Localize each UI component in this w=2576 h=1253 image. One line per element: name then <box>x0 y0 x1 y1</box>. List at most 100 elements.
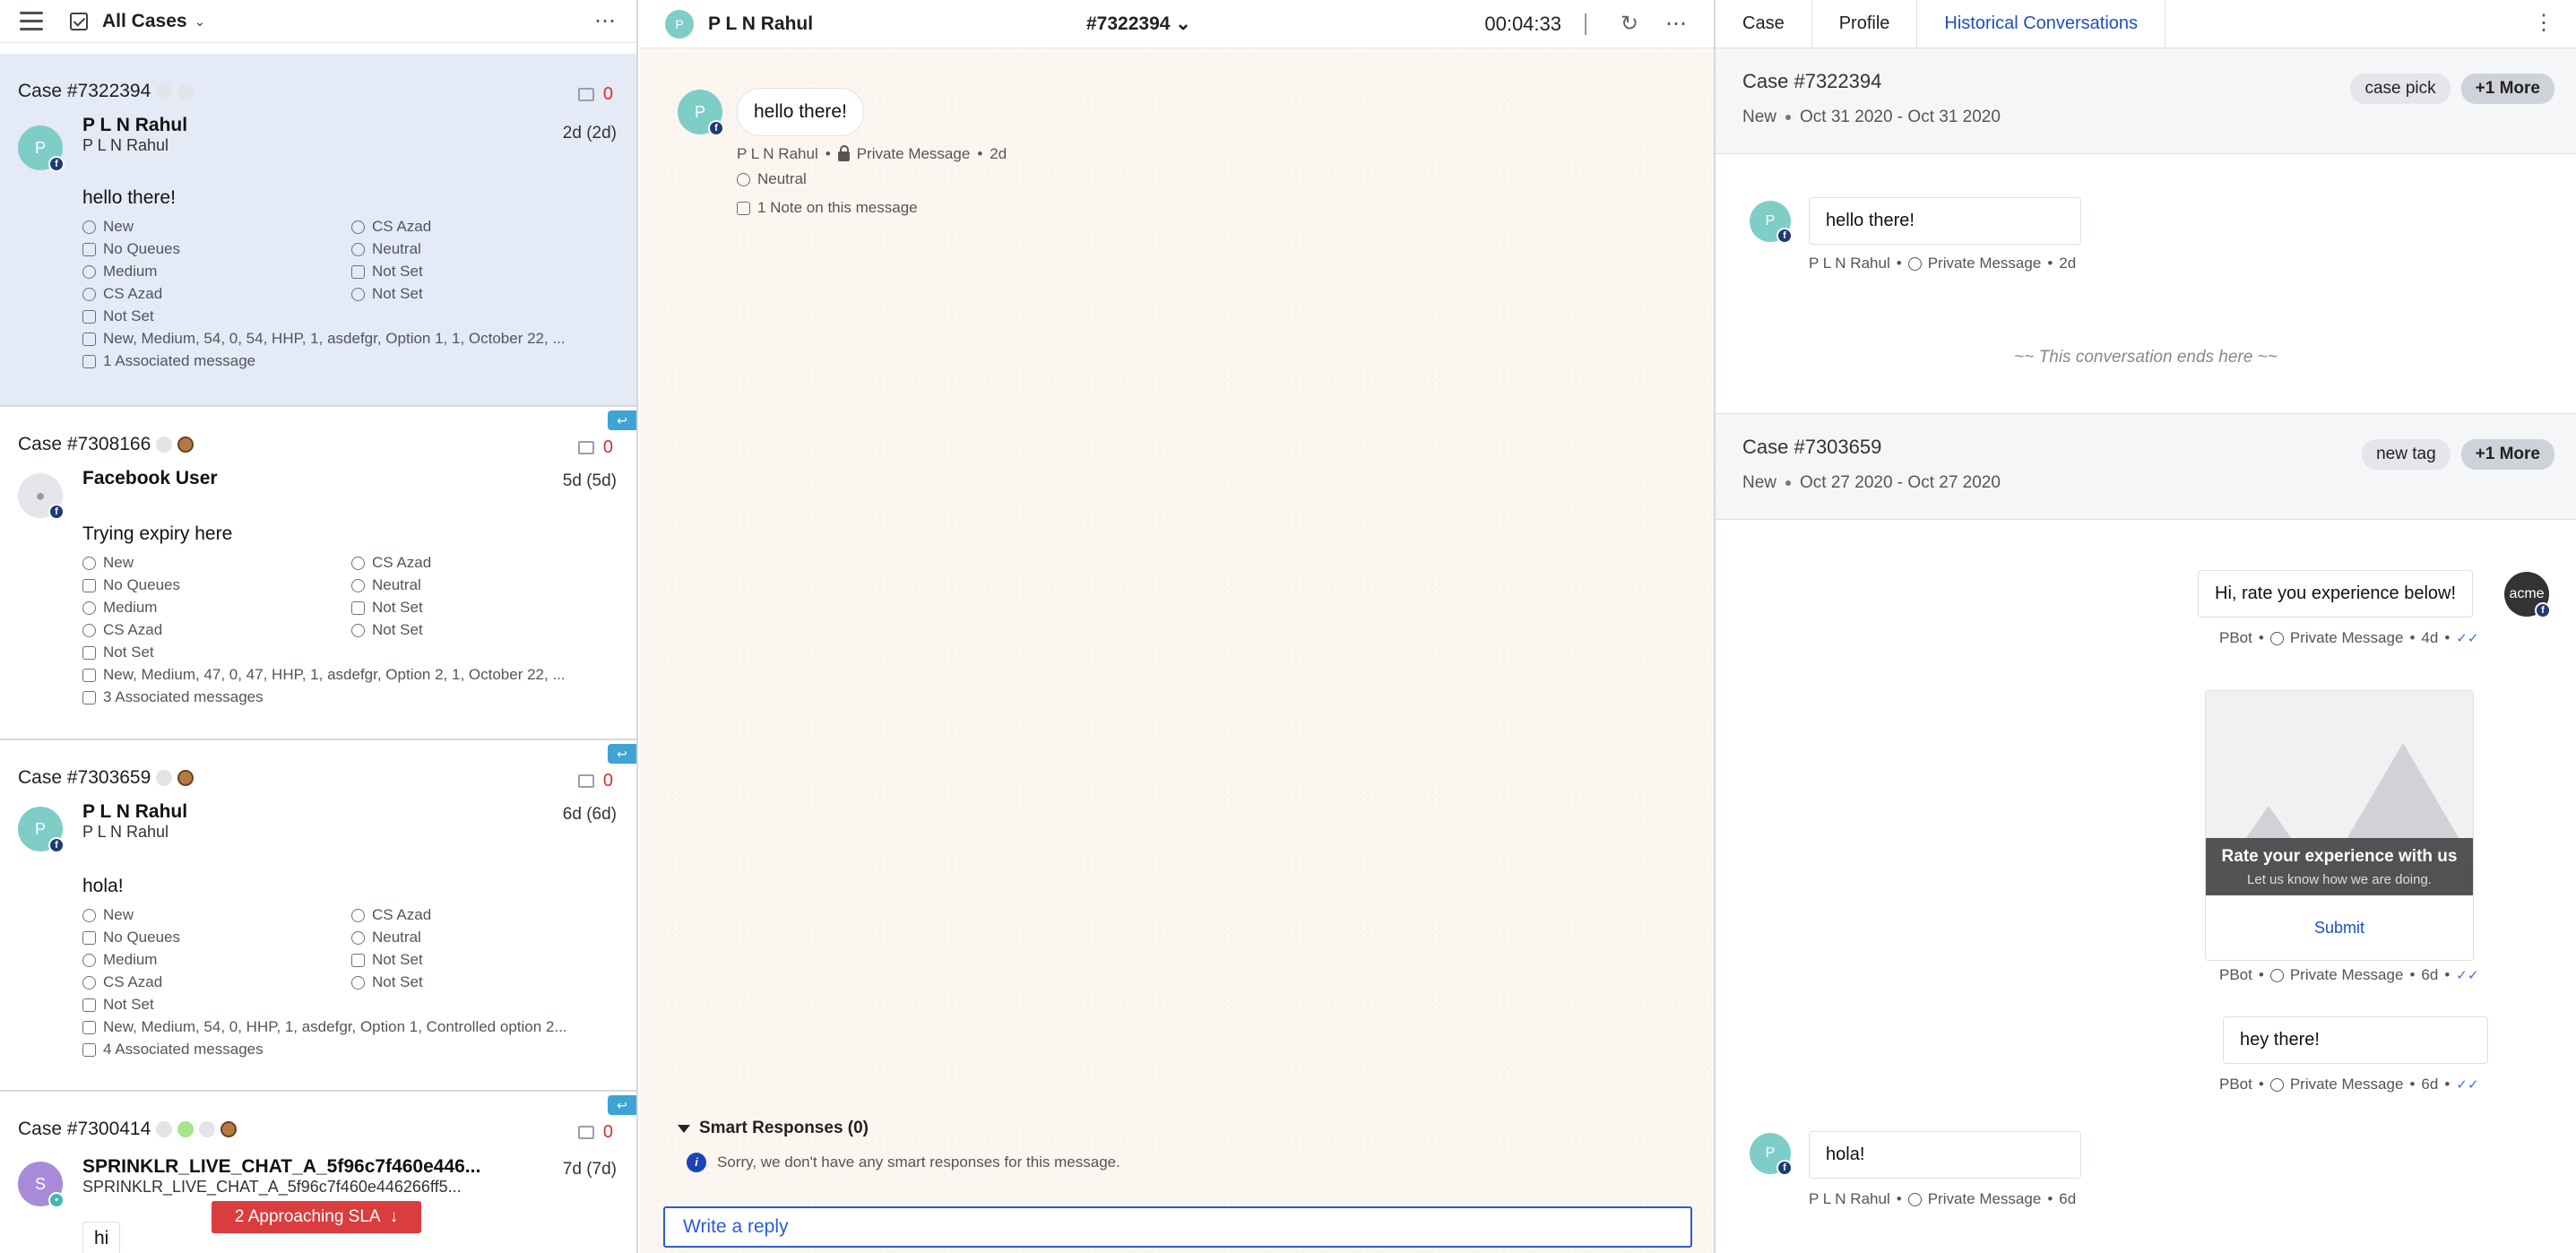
avatar-letter: S <box>34 1175 46 1193</box>
reply-input[interactable]: Write a reply <box>663 1206 1692 1248</box>
sla-alert-button[interactable]: 2 Approaching SLA ↓ <box>212 1201 421 1233</box>
user-icon <box>82 287 96 301</box>
more-options-icon[interactable]: ⋯ <box>594 8 617 34</box>
more-options-icon[interactable]: ⋯ <box>1665 11 1687 37</box>
message-count: 0 <box>577 771 613 791</box>
reply-icon: ↩ <box>608 744 636 764</box>
tag-chip[interactable]: new tag <box>2362 439 2451 470</box>
history-case-subtitle: New Oct 27 2020 - Oct 27 2020 <box>1742 473 2549 493</box>
case-properties: New CS Azad No Queues Neutral Medium Not… <box>82 906 618 1059</box>
prop-value: Medium <box>103 599 158 616</box>
meta-age: 2d <box>2059 255 2077 272</box>
message-bubble[interactable]: hello there! <box>737 88 864 136</box>
fields-prop: New, Medium, 47, 0, 47, HHP, 1, asdefgr,… <box>82 666 584 684</box>
message-note[interactable]: 1 Note on this message <box>737 199 918 217</box>
avatar-letter: P <box>34 820 46 838</box>
tab-case[interactable]: Case <box>1716 0 1812 48</box>
avatar: ● f <box>18 473 65 520</box>
details-pane: Case Profile Historical Conversations ⋮ … <box>1714 0 2576 1253</box>
meta-type: Private Message <box>856 145 971 162</box>
case-card[interactable]: Case #7322394 0 Pf 2d (2d) P L N Rahul P… <box>0 54 636 407</box>
user-handle: P L N Rahul <box>82 823 169 841</box>
double-check-icon: ✓✓ <box>2456 1077 2479 1093</box>
chevron-down-icon[interactable]: ⌄ <box>194 13 206 30</box>
more-tags-chip[interactable]: +1 More <box>2460 73 2554 104</box>
time-prop: Not Set <box>351 973 584 991</box>
globe-icon <box>2269 968 2284 982</box>
reply-icon: ↩ <box>608 1095 636 1115</box>
card-subtitle: Let us know how we are doing. <box>2247 872 2432 887</box>
meta-age: 6d <box>2059 1190 2077 1207</box>
status-dot <box>156 83 173 99</box>
separator: • <box>1896 255 1902 272</box>
case-card[interactable]: ↩ Case #7303659 0 Pf 6d (6d) P L N Rahul… <box>0 740 636 1092</box>
queue-icon <box>82 578 96 592</box>
case-properties: New CS Azad No Queues Neutral Medium Not… <box>82 554 618 706</box>
agent-icon <box>351 908 365 922</box>
tab-profile[interactable]: Profile <box>1812 0 1918 48</box>
more-tags-chip[interactable]: +1 More <box>2460 439 2554 470</box>
case-number: #7322394 <box>1086 13 1171 34</box>
prop-value: Not Set <box>103 644 154 661</box>
prop-value: CS Azad <box>372 906 432 923</box>
case-list-pane: All Cases ⌄ ⋯ Case #7322394 0 Pf 2d (2d)… <box>0 0 638 1253</box>
message-bubble[interactable]: hola! <box>1809 1131 2081 1179</box>
case-dates: Oct 27 2020 - Oct 27 2020 <box>1800 473 2001 492</box>
message-bubble[interactable]: hello there! <box>1809 197 2081 245</box>
prop-value: New <box>103 218 134 235</box>
bot-message-bubble[interactable]: hey there! <box>2223 1016 2488 1064</box>
case-filter-title[interactable]: All Cases <box>102 11 187 32</box>
globe-icon <box>1907 256 1922 271</box>
menu-icon[interactable] <box>20 12 43 30</box>
refresh-icon[interactable]: ↻ <box>1621 11 1638 37</box>
history-case-header[interactable]: Case #7322394 New Oct 31 2020 - Oct 31 20… <box>1716 48 2576 154</box>
sentiment-icon <box>737 172 750 186</box>
queue-icon <box>82 242 96 256</box>
select-all-checkbox[interactable] <box>70 12 88 30</box>
count-value: 0 <box>602 1122 613 1142</box>
avatar: Pf <box>18 125 65 172</box>
prop-value: Not Set <box>103 996 154 1013</box>
submit-button[interactable]: Submit <box>2206 895 2473 960</box>
status-dot <box>199 1121 216 1137</box>
separator: • <box>2258 966 2264 983</box>
history-case-header[interactable]: Case #7303659 New Oct 27 2020 - Oct 27 20… <box>1716 414 2576 520</box>
bot-avatar-label: acme <box>2509 586 2545 601</box>
agent-prop: CS Azad <box>351 906 584 924</box>
contact-name[interactable]: P L N Rahul <box>708 13 813 35</box>
meta-author: PBot <box>2219 966 2252 983</box>
case-age: 6d (6d) <box>562 805 617 824</box>
prop-value: CS Azad <box>372 218 432 235</box>
mail-icon <box>82 1042 96 1057</box>
more-options-icon[interactable]: ⋮ <box>2533 0 2576 48</box>
prop-value: Not Set <box>372 621 423 638</box>
case-selector[interactable]: #7322394 ⌄ <box>1086 13 1191 35</box>
case-age: 7d (7d) <box>562 1160 617 1179</box>
smart-responses-toggle[interactable]: Smart Responses (0) <box>678 1119 869 1138</box>
facebook-icon: f <box>1776 1160 1793 1176</box>
message-count: 0 <box>577 437 613 458</box>
prop-value: Not Set <box>372 263 423 280</box>
history-conversation-1: Pf hello there! P L N Rahul • Private Mess… <box>1716 154 2576 414</box>
status-prop: New <box>82 906 351 924</box>
globe-icon <box>2269 1077 2284 1092</box>
agent-avatar-icon <box>177 770 194 786</box>
sla-label: 2 Approaching SLA <box>234 1207 381 1226</box>
case-card[interactable]: ↩ Case #7308166 0 ● f 5d (5d) Facebook Us… <box>0 407 636 740</box>
tab-historical-conversations[interactable]: Historical Conversations <box>1917 0 2166 48</box>
card-caption: Rate your experience with us Let us know… <box>2206 838 2473 895</box>
image-placeholder: Rate your experience with us Let us know… <box>2206 691 2473 895</box>
case-message: hola! <box>82 876 124 896</box>
conversation-pane: P P L N Rahul #7322394 ⌄ 00:04:33 ↻ ⋯ Pf… <box>640 0 1714 1253</box>
case-list: Case #7322394 0 Pf 2d (2d) P L N Rahul P… <box>0 54 636 1253</box>
case-list-header: All Cases ⌄ ⋯ <box>0 0 636 43</box>
info-icon <box>82 953 96 967</box>
history-case-subtitle: New Oct 31 2020 - Oct 31 2020 <box>1742 108 2549 127</box>
user-name: Facebook User <box>82 468 218 488</box>
bot-message-bubble[interactable]: Hi, rate you experience below! <box>2198 570 2474 618</box>
timer: 00:04:33 <box>1484 12 1561 35</box>
prop-value: Not Set <box>372 285 423 302</box>
clock-icon <box>351 623 365 637</box>
status-icon <box>82 908 96 922</box>
tag-chip[interactable]: case pick <box>2350 73 2451 104</box>
